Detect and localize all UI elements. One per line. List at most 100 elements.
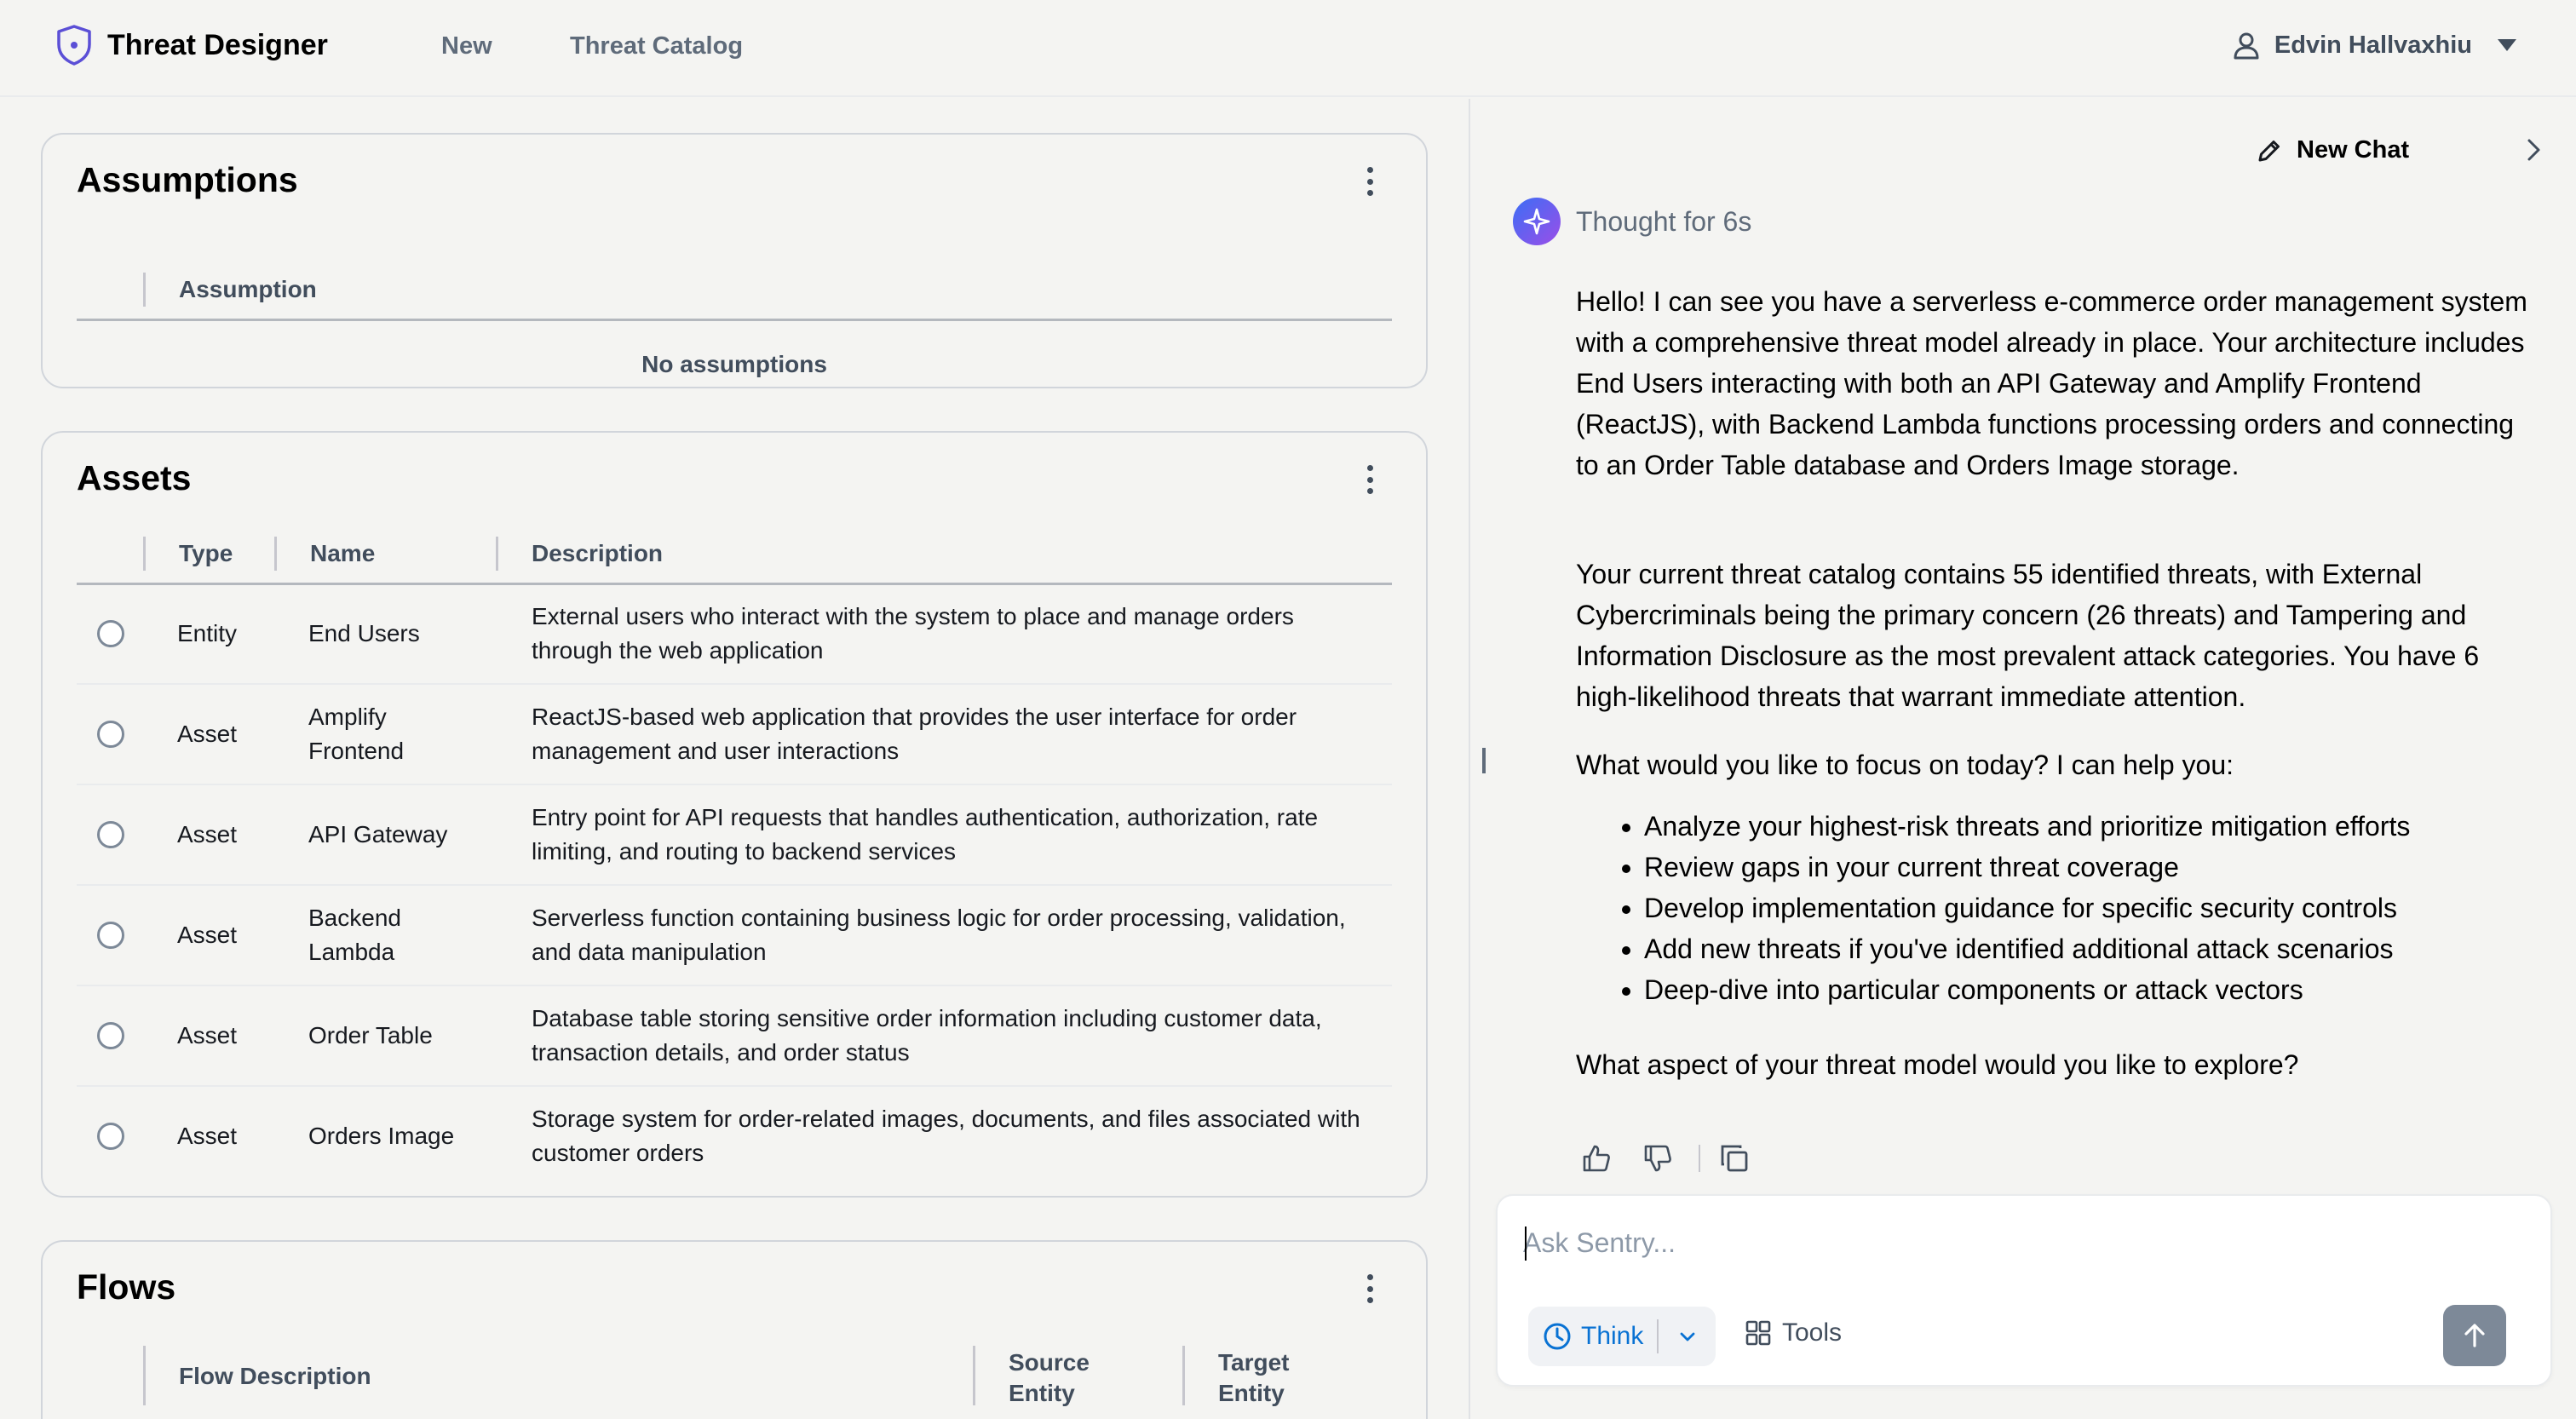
new-chat-button[interactable]: New Chat	[2256, 136, 2409, 164]
chevron-right-icon[interactable]	[2520, 136, 2547, 164]
clock-icon	[1544, 1323, 1571, 1350]
asset-type: Asset	[177, 1123, 238, 1149]
row-select-radio[interactable]	[97, 922, 124, 949]
assistant-avatar	[1513, 198, 1561, 245]
asset-description: External users who interact with the sys…	[532, 603, 1294, 664]
flows-card: Flows Flow Description Source Entity Tar…	[41, 1240, 1428, 1419]
row-select-radio[interactable]	[97, 620, 124, 647]
brand[interactable]: Threat Designer	[55, 24, 328, 66]
list-item: Add new threats if you've identified add…	[1644, 928, 2539, 969]
description-column-header[interactable]: Description	[532, 540, 663, 567]
asset-type: Asset	[177, 821, 238, 847]
feedback-separator	[1699, 1145, 1700, 1172]
flows-title: Flows	[77, 1267, 176, 1307]
thumbs-down-icon[interactable]	[1642, 1143, 1673, 1174]
assistant-message-bullets: Analyze your highest-risk threats and pr…	[1576, 806, 2539, 1010]
target-entity-column-header[interactable]: Target Entity	[1218, 1347, 1312, 1409]
assumptions-card: Assumptions Assumption No assumptions	[41, 133, 1428, 388]
grid-icon	[1745, 1320, 1771, 1346]
list-item: Analyze your highest-risk threats and pr…	[1644, 806, 2539, 847]
header-rule	[77, 319, 1392, 321]
flows-kebab-menu-icon[interactable]	[1365, 1274, 1375, 1303]
thought-duration-toggle[interactable]: Thought for 6s	[1576, 206, 1751, 238]
column-separator[interactable]	[1182, 1346, 1185, 1405]
think-dropdown-button[interactable]	[1659, 1307, 1716, 1366]
assistant-message-paragraph: What would you like to focus on today? I…	[1576, 750, 2234, 780]
tools-button[interactable]: Tools	[1745, 1318, 1842, 1347]
thumbs-up-icon[interactable]	[1581, 1143, 1612, 1174]
assets-title: Assets	[77, 458, 192, 497]
user-name: Edvin Hallvaxhiu	[2274, 31, 2472, 59]
table-row[interactable]: Asset Amplify Frontend ReactJS-based web…	[77, 685, 1392, 785]
table-row[interactable]: Asset API Gateway Entry point for API re…	[77, 785, 1392, 886]
asset-description: ReactJS-based web application that provi…	[532, 704, 1297, 764]
assumptions-title: Assumptions	[77, 160, 298, 199]
asset-name: Order Table	[308, 1022, 433, 1048]
asset-name: API Gateway	[308, 821, 448, 847]
source-entity-column-header[interactable]: Source Entity	[1009, 1347, 1102, 1409]
asset-description: Serverless function containing business …	[532, 905, 1346, 965]
list-item: Review gaps in your current threat cover…	[1644, 847, 2539, 888]
chat-input[interactable]	[1523, 1220, 2503, 1266]
nav-link-new[interactable]: New	[441, 32, 492, 60]
column-separator[interactable]	[496, 537, 498, 571]
column-separator[interactable]	[973, 1346, 975, 1405]
threat-model-panel: Assumptions Assumption No assumptions As…	[0, 99, 1469, 1419]
table-row[interactable]: Entity End Users External users who inte…	[77, 584, 1392, 685]
user-icon	[2234, 32, 2259, 60]
suggestion-list: Analyze your highest-risk threats and pr…	[1610, 806, 2539, 1010]
column-separator[interactable]	[274, 537, 277, 571]
asset-name: End Users	[308, 620, 420, 646]
assets-table-body: Entity End Users External users who inte…	[43, 584, 1426, 1189]
row-select-radio[interactable]	[97, 1022, 124, 1049]
type-column-header[interactable]: Type	[179, 540, 233, 567]
app-title: Threat Designer	[107, 28, 328, 61]
user-menu[interactable]: Edvin Hallvaxhiu	[2232, 31, 2516, 60]
arrow-up-icon	[2464, 1324, 2485, 1347]
asset-type: Asset	[177, 922, 238, 948]
assistant-message-paragraph: What aspect of your threat model would y…	[1576, 1049, 2299, 1080]
asset-type: Asset	[177, 721, 238, 747]
asset-type: Asset	[177, 1022, 238, 1048]
asset-description: Storage system for order-related images,…	[532, 1106, 1360, 1166]
table-row[interactable]: Asset Orders Image Storage system for or…	[77, 1087, 1392, 1187]
nav-link-threat-catalog[interactable]: Threat Catalog	[570, 32, 743, 60]
think-button[interactable]: Think	[1528, 1307, 1657, 1366]
pencil-icon	[2258, 140, 2280, 161]
think-control: Think	[1528, 1307, 1716, 1366]
flow-description-column-header[interactable]: Flow Description	[179, 1363, 371, 1390]
top-navigation: Threat Designer New Threat Catalog Edvin…	[0, 0, 2576, 97]
table-row[interactable]: Asset Backend Lambda Serverless function…	[77, 886, 1392, 986]
column-separator[interactable]	[143, 273, 146, 307]
assumptions-kebab-menu-icon[interactable]	[1365, 167, 1375, 196]
assumptions-empty-state: No assumptions	[641, 351, 827, 377]
asset-description: Database table storing sensitive order i…	[532, 1005, 1322, 1066]
chat-composer: Think Tools	[1496, 1194, 2552, 1387]
name-column-header[interactable]: Name	[310, 540, 375, 567]
row-select-radio[interactable]	[97, 1123, 124, 1150]
asset-description: Entry point for API requests that handle…	[532, 804, 1319, 865]
assets-kebab-menu-icon[interactable]	[1365, 465, 1375, 494]
list-item: Deep-dive into particular components or …	[1644, 969, 2539, 1010]
think-label: Think	[1581, 1322, 1644, 1350]
asset-name: Backend Lambda	[308, 905, 401, 965]
asset-type: Entity	[177, 620, 238, 646]
copy-icon[interactable]	[1719, 1143, 1750, 1174]
text-cursor	[1525, 1227, 1527, 1261]
table-row[interactable]: Asset Order Table Database table storing…	[77, 986, 1392, 1087]
send-button[interactable]	[2443, 1305, 2506, 1366]
row-select-radio[interactable]	[97, 821, 124, 848]
chat-panel: New Chat Thought for 6s Hello! I can see…	[1470, 99, 2576, 1419]
assumption-column-header[interactable]: Assumption	[179, 276, 317, 303]
assistant-message-paragraph: Your current threat catalog contains 55 …	[1576, 559, 2480, 712]
row-select-radio[interactable]	[97, 721, 124, 748]
column-separator[interactable]	[143, 1346, 146, 1405]
column-separator[interactable]	[143, 537, 146, 571]
new-chat-label: New Chat	[2297, 136, 2410, 164]
sparkle-icon	[1523, 208, 1550, 235]
asset-name: Orders Image	[308, 1123, 455, 1149]
assistant-message-paragraph: Hello! I can see you have a serverless e…	[1576, 286, 2527, 480]
shield-logo-icon	[57, 25, 91, 66]
caret-down-icon	[2498, 39, 2516, 51]
assets-card: Assets Type Name Description Entity End …	[41, 431, 1428, 1198]
